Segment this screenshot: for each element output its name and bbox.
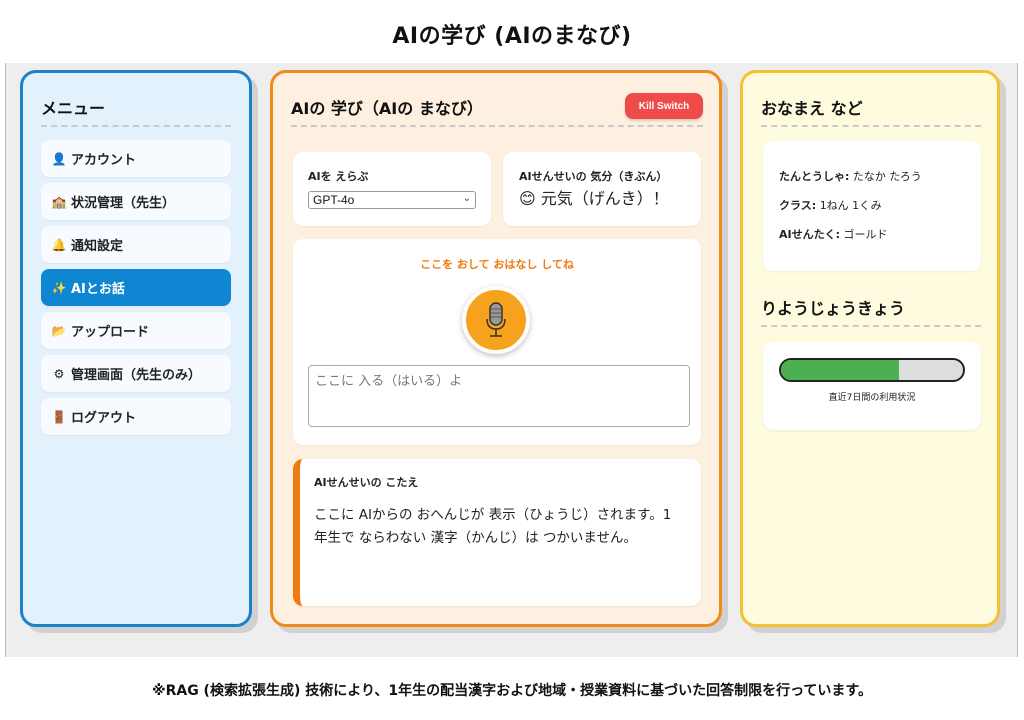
talk-textarea[interactable]: ここに 入る（はいる）よ <box>308 365 690 427</box>
menu-item-account[interactable]: 👤 アカウント <box>41 140 231 177</box>
profile-row-value: 1ねん 1くみ <box>819 199 882 212</box>
person-icon: 👤 <box>51 151 67 166</box>
menu-list: 👤 アカウント 🏫 状況管理（先生） 🔔 通知設定 ✨ AIとお話 📂 アップロ… <box>41 140 231 441</box>
model-select[interactable]: GPT-4o ⌄ <box>308 191 476 209</box>
profile-row-key: たんとうしゃ: <box>779 170 850 183</box>
smile-icon: 😊 <box>519 189 536 208</box>
menu-item-label: アカウント <box>71 153 137 168</box>
usage-progress-fill <box>781 360 900 380</box>
profile-row-value: たなか たろう <box>852 170 922 183</box>
menu-item-notification-settings[interactable]: 🔔 通知設定 <box>41 226 231 263</box>
usage-heading-divider <box>761 325 981 327</box>
menu-item-label: 状況管理（先生） <box>71 196 176 211</box>
menu-item-label: ログアウト <box>71 411 137 426</box>
profile-row-key: クラス: <box>779 199 817 212</box>
footnote: ※RAG (検索拡張生成) 技術により、1年生の配当漢字および地域・授業資料に基… <box>151 683 873 699</box>
main-heading: AIの 学び（AIの まなび） <box>291 99 483 118</box>
microphone-button[interactable] <box>462 286 530 354</box>
model-select-card: AIを えらぶ GPT-4o ⌄ <box>293 152 491 226</box>
profile-panel: おなまえ など たんとうしゃ: たなか たろう クラス: 1ねん 1くみ AIせ… <box>740 70 1000 627</box>
usage-progress-bar <box>779 358 965 382</box>
bell-icon: 🔔 <box>51 237 67 252</box>
mood-card: AIせんせいの 気分（きぶん） 😊 元気（げんき）！ <box>503 152 701 226</box>
menu-item-upload[interactable]: 📂 アップロード <box>41 312 231 349</box>
folder-icon: 📂 <box>51 323 67 338</box>
sparkles-icon: ✨ <box>51 280 67 295</box>
gear-icon: ⚙ <box>53 366 65 381</box>
talk-hint: ここを おして おはなし してね <box>420 258 574 271</box>
profile-row-class: クラス: 1ねん 1くみ <box>779 197 882 213</box>
school-icon: 🏫 <box>51 194 67 209</box>
menu-item-ai-talk[interactable]: ✨ AIとお話 <box>41 269 231 306</box>
menu-item-status-management[interactable]: 🏫 状況管理（先生） <box>41 183 231 220</box>
menu-item-label: 通知設定 <box>71 239 124 254</box>
usage-heading: りようじょうきょう <box>761 299 906 318</box>
mood-value: 元気（げんき）！ <box>540 189 669 208</box>
menu-item-label: 管理画面（先生のみ） <box>71 368 202 383</box>
chevron-down-icon: ⌄ <box>462 193 471 204</box>
microphone-icon <box>486 302 506 337</box>
profile-row-teacher: たんとうしゃ: たなか たろう <box>779 168 922 184</box>
menu-heading: メニュー <box>41 99 106 118</box>
mood-label: AIせんせいの 気分（きぶん） <box>519 170 668 183</box>
main-panel: AIの 学び（AIの まなび） Kill Switch AIを えらぶ GPT-… <box>270 70 722 627</box>
talk-card: ここを おして おはなし してね ここに 入る（はいる）よ <box>293 239 701 445</box>
model-select-label: AIを えらぶ <box>308 170 369 183</box>
profile-heading: おなまえ など <box>761 99 863 118</box>
page-title: AIの学び (AIのまなび) <box>392 24 632 49</box>
usage-caption: 直近7日間の利用状況 <box>828 393 916 403</box>
main-heading-divider <box>291 125 703 127</box>
answer-card: AIせんせいの こたえ ここに AIからの おへんじが 表示（ひょうじ）されます… <box>293 459 701 606</box>
profile-card: たんとうしゃ: たなか たろう クラス: 1ねん 1くみ AIせんたく: ゴール… <box>763 141 981 271</box>
door-icon: 🚪 <box>51 409 67 424</box>
kill-switch-button[interactable]: Kill Switch <box>625 93 703 119</box>
mood-value-row: 😊 元気（げんき）！ <box>519 185 669 209</box>
menu-item-label: アップロード <box>71 325 150 340</box>
menu-panel: メニュー 👤 アカウント 🏫 状況管理（先生） 🔔 通知設定 ✨ AIとお話 📂… <box>20 70 252 627</box>
profile-row-ai-choice: AIせんたく: ゴールド <box>779 226 888 242</box>
menu-item-label: AIとお話 <box>71 282 125 297</box>
model-select-value: GPT-4o <box>313 193 355 207</box>
menu-item-logout[interactable]: 🚪 ログアウト <box>41 398 231 435</box>
profile-row-key: AIせんたく: <box>779 228 841 241</box>
menu-heading-divider <box>41 125 231 127</box>
profile-row-value: ゴールド <box>843 228 888 241</box>
menu-item-admin[interactable]: ⚙ 管理画面（先生のみ） <box>41 355 231 392</box>
usage-card: 直近7日間の利用状況 <box>763 342 981 430</box>
answer-title: AIせんせいの こたえ <box>314 476 419 489</box>
profile-heading-divider <box>761 125 981 127</box>
answer-body: ここに AIからの おへんじが 表示（ひょうじ）されます。1年生で ならわない … <box>314 507 672 546</box>
